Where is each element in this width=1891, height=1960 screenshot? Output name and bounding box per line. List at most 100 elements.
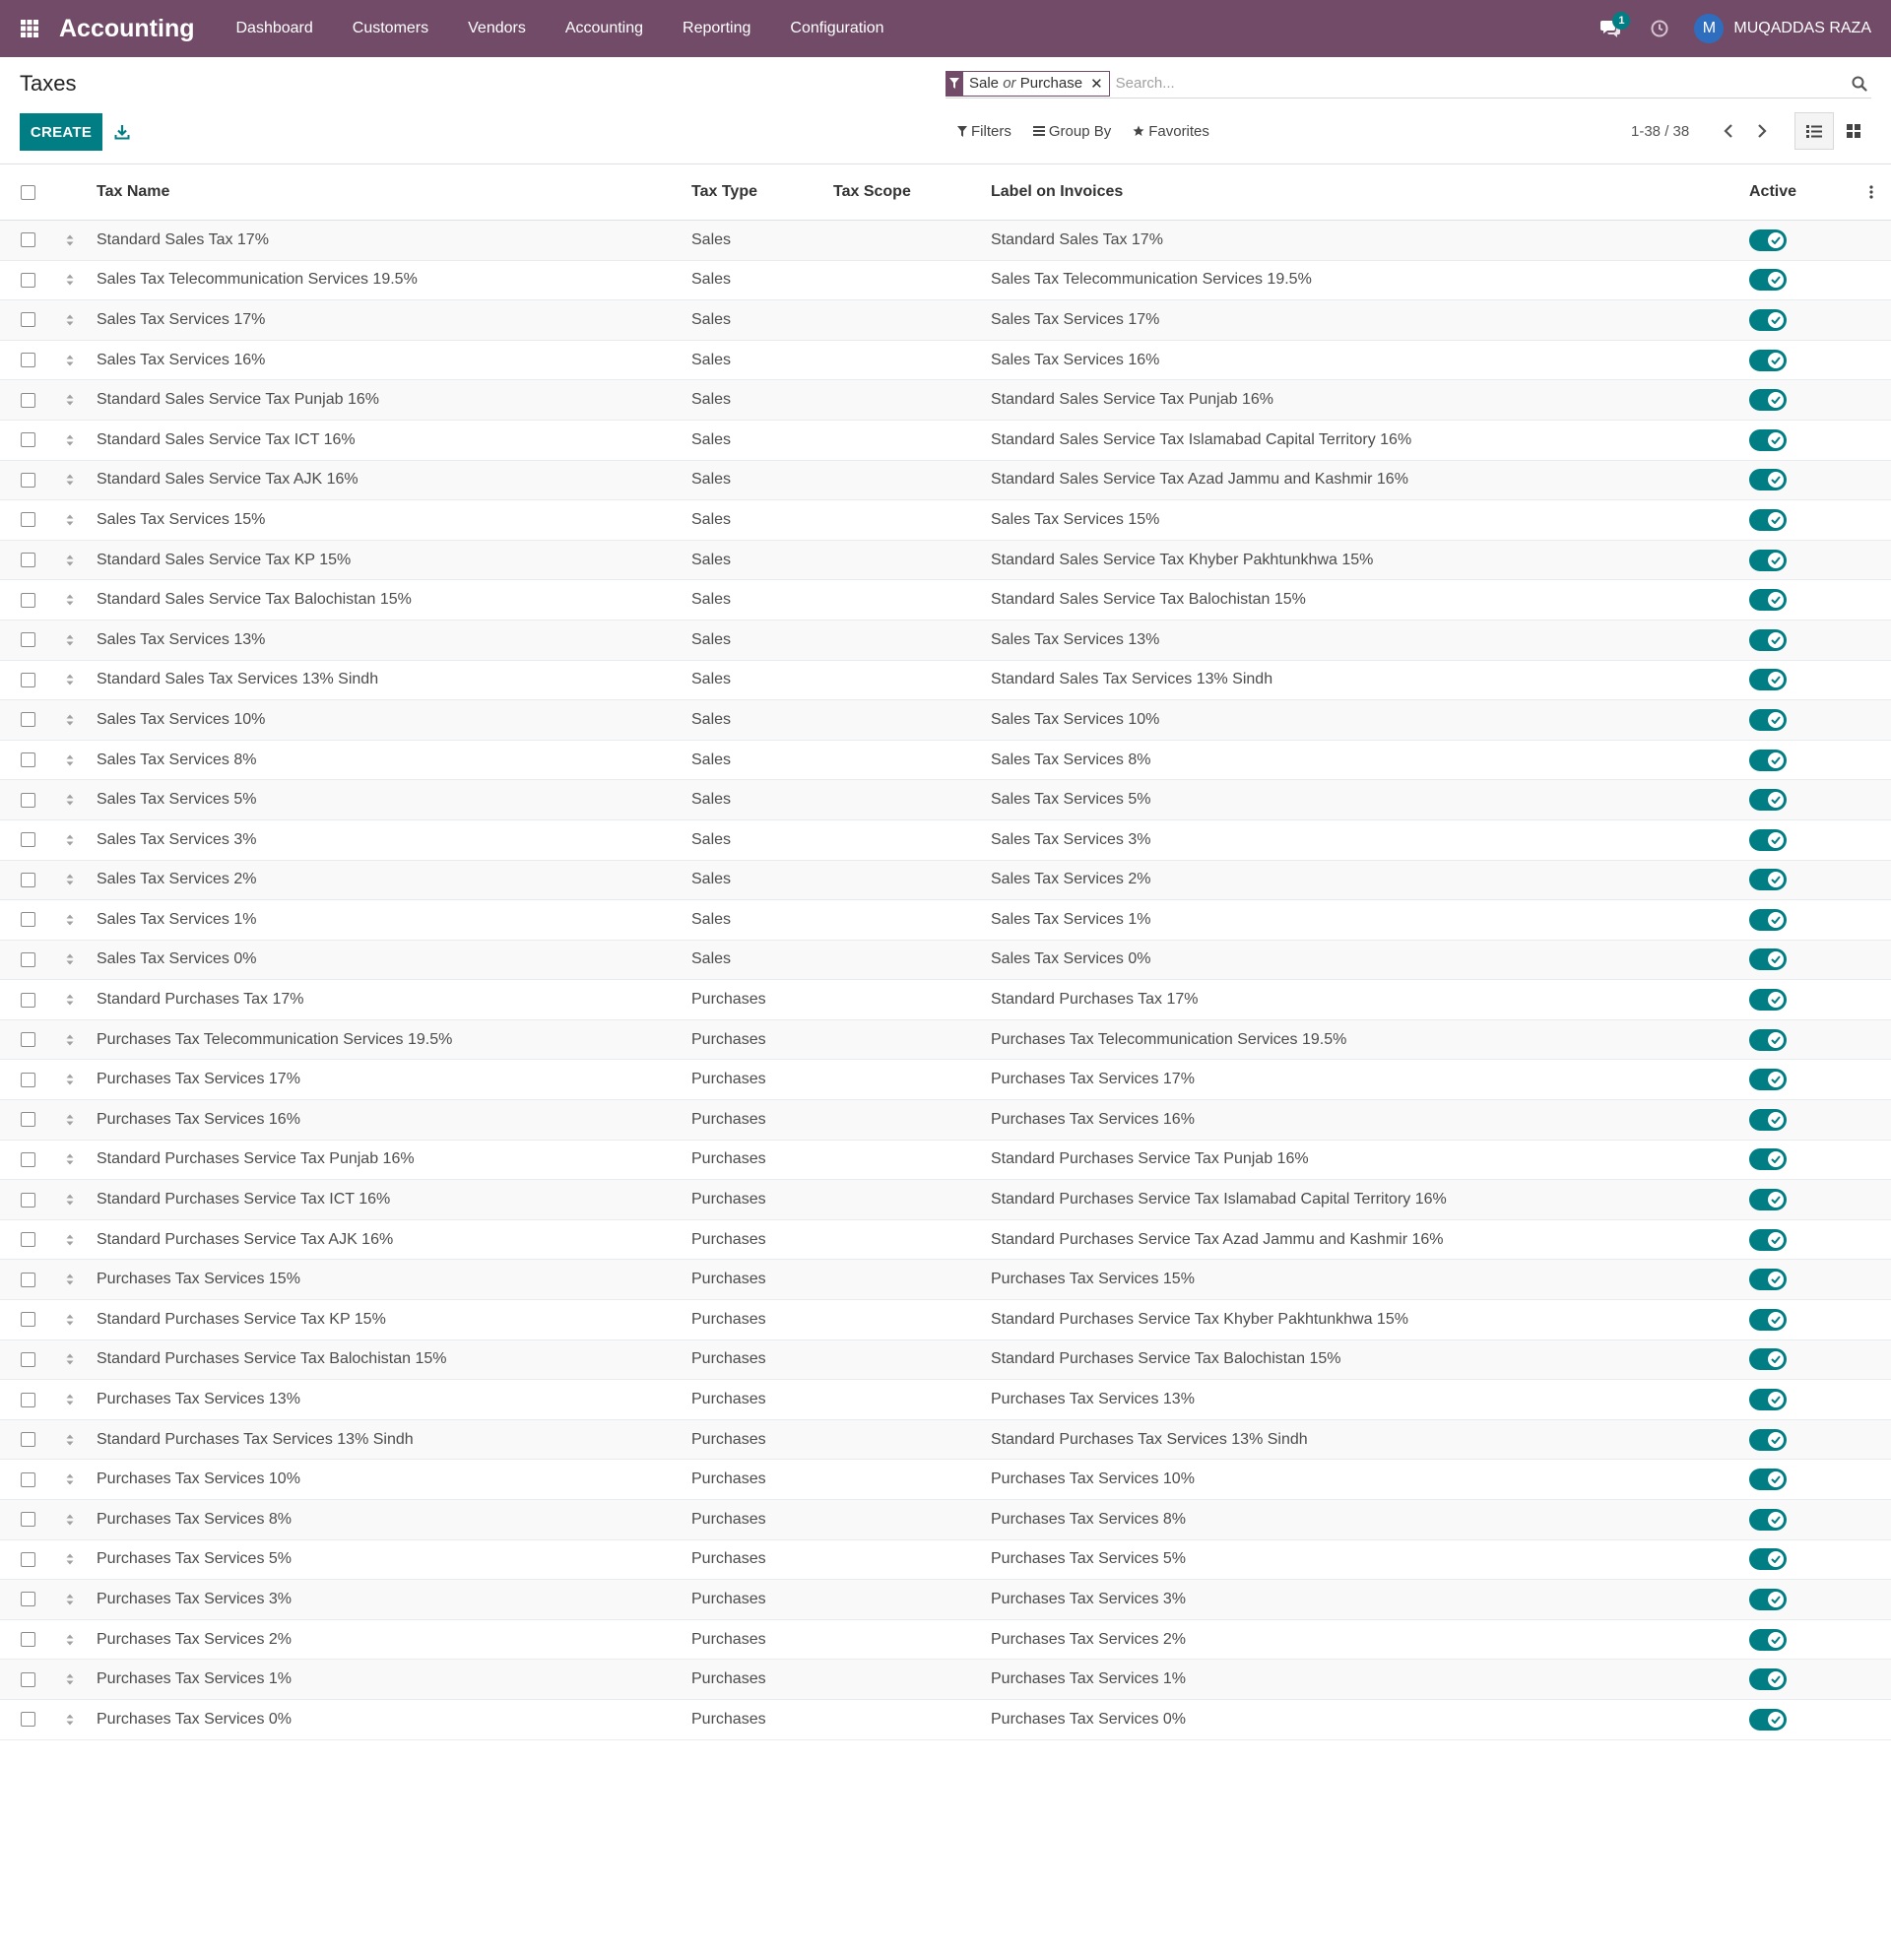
cell-label[interactable]: Purchases Tax Services 1% bbox=[983, 1670, 1745, 1688]
group-by-button[interactable]: Group By bbox=[1032, 123, 1111, 140]
filters-button[interactable]: Filters bbox=[957, 123, 1011, 140]
active-toggle[interactable] bbox=[1749, 1308, 1787, 1331]
active-toggle[interactable] bbox=[1749, 948, 1787, 971]
cell-label[interactable]: Standard Sales Service Tax Khyber Pakhtu… bbox=[983, 552, 1745, 569]
drag-handle-icon[interactable] bbox=[55, 474, 85, 486]
drag-handle-icon[interactable] bbox=[55, 1434, 85, 1446]
cell-label[interactable]: Sales Tax Services 10% bbox=[983, 711, 1745, 729]
table-row[interactable]: Standard Sales Service Tax Balochistan 1… bbox=[0, 580, 1891, 621]
table-row[interactable]: Sales Tax Services 5% Sales Sales Tax Serv… bbox=[0, 780, 1891, 820]
cell-tax-type[interactable]: Purchases bbox=[687, 1191, 827, 1209]
row-checkbox[interactable] bbox=[20, 1351, 35, 1367]
active-toggle[interactable] bbox=[1749, 669, 1787, 691]
table-row[interactable]: Purchases Tax Services 3% Purchases Purcha… bbox=[0, 1580, 1891, 1620]
drag-handle-icon[interactable] bbox=[55, 1394, 85, 1405]
cell-tax-type[interactable]: Sales bbox=[687, 352, 827, 369]
drag-handle-icon[interactable] bbox=[55, 1194, 85, 1206]
drag-handle-icon[interactable] bbox=[55, 1153, 85, 1165]
table-row[interactable]: Purchases Tax Services 16% Purchases Purch… bbox=[0, 1100, 1891, 1141]
create-button[interactable]: CREATE bbox=[20, 113, 102, 151]
drag-handle-icon[interactable] bbox=[55, 1553, 85, 1565]
cell-label[interactable]: Purchases Tax Services 10% bbox=[983, 1470, 1745, 1488]
cell-tax-name[interactable]: Sales Tax Services 15% bbox=[85, 511, 687, 529]
row-checkbox[interactable] bbox=[20, 272, 35, 288]
row-checkbox[interactable] bbox=[20, 1072, 35, 1087]
cell-label[interactable]: Purchases Tax Services 15% bbox=[983, 1271, 1745, 1288]
table-row[interactable]: Standard Purchases Tax 17% Purchases Stand… bbox=[0, 980, 1891, 1020]
drag-handle-icon[interactable] bbox=[55, 1353, 85, 1365]
cell-tax-name[interactable]: Standard Sales Service Tax KP 15% bbox=[85, 552, 687, 569]
cell-tax-name[interactable]: Standard Purchases Service Tax Punjab 16… bbox=[85, 1150, 687, 1168]
active-toggle[interactable] bbox=[1749, 989, 1787, 1012]
cell-tax-name[interactable]: Standard Sales Service Tax ICT 16% bbox=[85, 431, 687, 449]
column-header-label[interactable]: Label on Invoices bbox=[983, 183, 1745, 201]
menu-vendors[interactable]: Vendors bbox=[448, 0, 546, 57]
cell-label[interactable]: Standard Sales Service Tax Azad Jammu an… bbox=[983, 471, 1745, 489]
row-checkbox[interactable] bbox=[20, 872, 35, 887]
cell-label[interactable]: Standard Sales Service Tax Punjab 16% bbox=[983, 391, 1745, 409]
cell-tax-type[interactable]: Sales bbox=[687, 591, 827, 609]
table-row[interactable]: Standard Purchases Tax Services 13% Sind… bbox=[0, 1419, 1891, 1461]
cell-label[interactable]: Purchases Tax Services 5% bbox=[983, 1550, 1745, 1568]
row-checkbox[interactable] bbox=[20, 472, 35, 488]
row-checkbox[interactable] bbox=[20, 1471, 35, 1487]
cell-label[interactable]: Purchases Tax Telecommunication Services… bbox=[983, 1031, 1745, 1049]
row-checkbox[interactable] bbox=[20, 712, 35, 728]
cell-tax-type[interactable]: Sales bbox=[687, 871, 827, 888]
column-header-tax-name[interactable]: Tax Name bbox=[85, 183, 687, 201]
active-toggle[interactable] bbox=[1749, 1189, 1787, 1211]
activity-button[interactable] bbox=[1635, 0, 1684, 57]
cell-tax-name[interactable]: Standard Purchases Service Tax KP 15% bbox=[85, 1311, 687, 1329]
drag-handle-icon[interactable] bbox=[55, 1234, 85, 1246]
table-row[interactable]: Purchases Tax Services 8% Purchases Purcha… bbox=[0, 1500, 1891, 1540]
menu-dashboard[interactable]: Dashboard bbox=[217, 0, 333, 57]
messaging-button[interactable]: 1 bbox=[1586, 0, 1635, 57]
chevron-right-icon[interactable] bbox=[1745, 118, 1779, 144]
drag-handle-icon[interactable] bbox=[55, 1314, 85, 1326]
active-toggle[interactable] bbox=[1749, 1148, 1787, 1171]
cell-tax-type[interactable]: Purchases bbox=[687, 1670, 827, 1688]
cell-tax-name[interactable]: Standard Purchases Service Tax Balochist… bbox=[85, 1350, 687, 1368]
row-checkbox[interactable] bbox=[20, 1151, 35, 1167]
cell-tax-type[interactable]: Purchases bbox=[687, 1231, 827, 1249]
cell-tax-type[interactable]: Sales bbox=[687, 431, 827, 449]
drag-handle-icon[interactable] bbox=[55, 1673, 85, 1685]
cell-tax-name[interactable]: Sales Tax Services 3% bbox=[85, 831, 687, 849]
cell-label[interactable]: Sales Tax Services 1% bbox=[983, 911, 1745, 929]
table-row[interactable]: Purchases Tax Telecommunication Services… bbox=[0, 1019, 1891, 1061]
drag-handle-icon[interactable] bbox=[55, 794, 85, 806]
cell-tax-name[interactable]: Purchases Tax Services 3% bbox=[85, 1591, 687, 1608]
cell-tax-name[interactable]: Sales Tax Services 5% bbox=[85, 791, 687, 809]
active-toggle[interactable] bbox=[1749, 469, 1787, 491]
row-checkbox[interactable] bbox=[20, 632, 35, 648]
cell-tax-type[interactable]: Purchases bbox=[687, 1350, 827, 1368]
table-row[interactable]: Purchases Tax Services 17% Purchases Purch… bbox=[0, 1060, 1891, 1101]
cell-label[interactable]: Sales Tax Services 17% bbox=[983, 311, 1745, 329]
cell-label[interactable]: Standard Purchases Service Tax Khyber Pa… bbox=[983, 1311, 1745, 1329]
cell-label[interactable]: Standard Purchases Tax 17% bbox=[983, 991, 1745, 1009]
row-checkbox[interactable] bbox=[20, 512, 35, 528]
drag-handle-icon[interactable] bbox=[55, 514, 85, 526]
active-toggle[interactable] bbox=[1749, 828, 1787, 851]
table-row[interactable]: Purchases Tax Services 0% Purchases Purcha… bbox=[0, 1700, 1891, 1740]
drag-handle-icon[interactable] bbox=[55, 714, 85, 726]
menu-customers[interactable]: Customers bbox=[333, 0, 448, 57]
active-toggle[interactable] bbox=[1749, 789, 1787, 812]
cell-tax-type[interactable]: Purchases bbox=[687, 1470, 827, 1488]
drag-handle-icon[interactable] bbox=[55, 555, 85, 566]
row-checkbox[interactable] bbox=[20, 353, 35, 368]
cell-tax-name[interactable]: Standard Sales Service Tax AJK 16% bbox=[85, 471, 687, 489]
cell-label[interactable]: Purchases Tax Services 0% bbox=[983, 1711, 1745, 1729]
table-row[interactable]: Sales Tax Services 0% Sales Sales Tax Serv… bbox=[0, 940, 1891, 981]
row-checkbox[interactable] bbox=[20, 1512, 35, 1528]
cell-label[interactable]: Purchases Tax Services 17% bbox=[983, 1071, 1745, 1088]
cell-tax-type[interactable]: Sales bbox=[687, 471, 827, 489]
cell-tax-name[interactable]: Purchases Tax Services 5% bbox=[85, 1550, 687, 1568]
row-checkbox[interactable] bbox=[20, 1272, 35, 1287]
cell-label[interactable]: Sales Tax Services 16% bbox=[983, 352, 1745, 369]
table-row[interactable]: Purchases Tax Services 2% Purchases Purcha… bbox=[0, 1620, 1891, 1661]
active-toggle[interactable] bbox=[1749, 1588, 1787, 1610]
cell-tax-name[interactable]: Standard Purchases Tax 17% bbox=[85, 991, 687, 1009]
table-row[interactable]: Standard Sales Service Tax ICT 16% Sales S… bbox=[0, 421, 1891, 461]
pager-value[interactable]: 1-38 / 38 bbox=[1631, 119, 1689, 143]
